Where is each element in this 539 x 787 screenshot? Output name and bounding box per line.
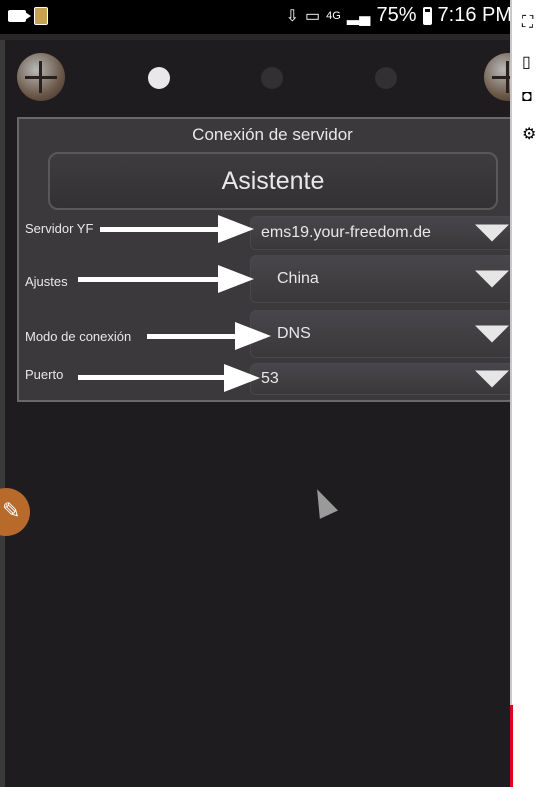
square-icon[interactable]: ▯: [522, 52, 531, 72]
sd-card-icon: [34, 7, 48, 25]
chevron-down-icon: [475, 270, 509, 288]
page-dot-1[interactable]: [148, 67, 170, 89]
signal-icon: ▂▄: [346, 7, 371, 25]
page-dot-2[interactable]: [261, 67, 283, 89]
port-select[interactable]: 53: [250, 363, 522, 395]
settings-value: China: [277, 270, 319, 287]
status-bar: ⇩ ▭ 4G ▂▄ 75% 7:16 PM: [0, 0, 512, 34]
clock: 7:16 PM: [437, 4, 512, 26]
fullscreen-icon[interactable]: ⛶: [522, 14, 533, 32]
gear-icon[interactable]: ⚙: [522, 124, 536, 144]
video-camera-icon: [8, 10, 31, 22]
picture-in-picture-icon[interactable]: ◘: [522, 88, 532, 106]
globe-prev-icon[interactable]: [17, 53, 65, 101]
settings-label: Ajustes: [25, 274, 68, 289]
arrow-line: [78, 375, 226, 380]
progress-fill: [510, 705, 513, 787]
chevron-down-icon: [475, 325, 509, 343]
connection-mode-value: DNS: [277, 325, 311, 342]
server-value: ems19.your-freedom.de: [261, 224, 431, 241]
wizard-button[interactable]: Asistente: [48, 152, 498, 210]
battery-percent: 75%: [376, 4, 417, 26]
port-value: 53: [261, 370, 279, 387]
connection-mode-label: Modo de conexión: [25, 329, 132, 344]
battery-icon: [422, 6, 432, 25]
server-select[interactable]: ems19.your-freedom.de: [250, 216, 522, 250]
download-icon: ⇩: [285, 7, 300, 25]
arrow-line: [78, 277, 220, 282]
cast-icon: ▭: [305, 7, 321, 25]
port-label: Puerto: [25, 367, 64, 382]
arrow-head: [218, 265, 254, 293]
arrow-head: [235, 322, 271, 350]
settings-select[interactable]: China: [250, 255, 522, 303]
arrow-head: [218, 215, 254, 243]
brush-icon: ✎: [2, 498, 21, 523]
progress-track[interactable]: [510, 0, 512, 787]
arrow-head: [224, 364, 260, 392]
chevron-down-icon: [475, 370, 509, 388]
network-type: 4G: [326, 9, 341, 22]
server-connection-panel: Conexión de servidor Asistente Servidor …: [17, 117, 528, 402]
connection-mode-select[interactable]: DNS: [250, 310, 522, 358]
arrow-line: [100, 227, 220, 232]
arrow-line: [147, 334, 237, 339]
panel-title: Conexión de servidor: [192, 125, 353, 144]
video-overlay-strip: [512, 0, 539, 787]
chevron-down-icon: [475, 224, 509, 242]
page-dot-3[interactable]: [375, 67, 397, 89]
server-label: Servidor YF: [25, 221, 94, 236]
